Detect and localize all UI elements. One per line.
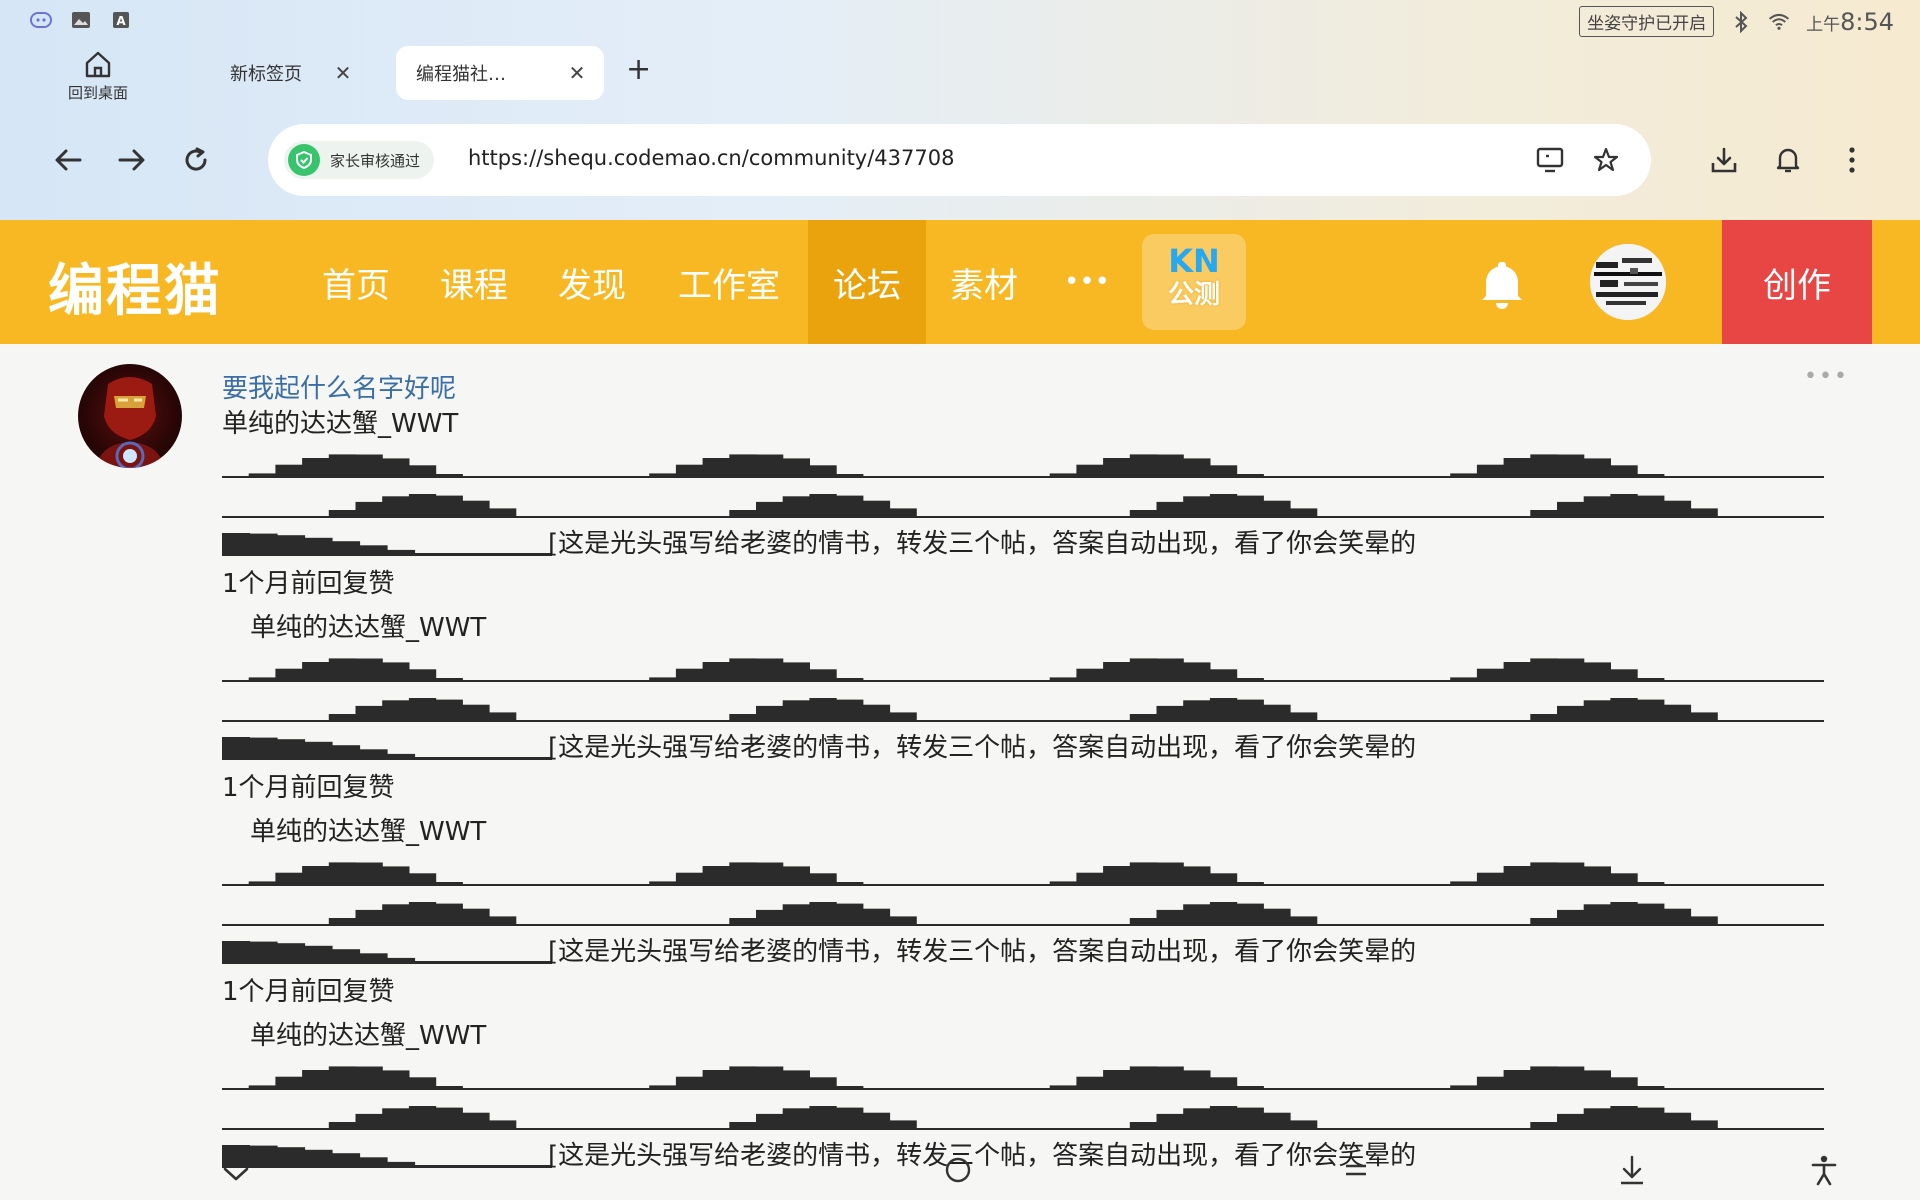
nav-home[interactable]: 首页 [306, 220, 406, 344]
more-vertical-icon [1849, 147, 1855, 173]
reply-meta[interactable]: 1个月前回复赞 [222, 768, 1822, 808]
reply-text: [这是光头强写给老婆的情书，转发三个帖，答案自动出现，看了你会笑晕的 [548, 529, 1417, 559]
site-logo[interactable]: 编程猫 [48, 246, 222, 327]
home-button[interactable]: 回到桌面 [56, 50, 140, 103]
tab-label: 编程猫社… [416, 64, 506, 85]
reply-item: 单纯的达达蟹_WWT [这是光头强写给老婆的情书，转发三个帖，答案自动出现，看了你… [222, 404, 1824, 604]
wifi-icon [1768, 12, 1790, 32]
garbled-bar-decoration [222, 1066, 1824, 1090]
reply-author-name[interactable]: 单纯的达达蟹_WWT [222, 1016, 1822, 1056]
reply-text-line: [这是光头强写给老婆的情书，转发三个帖，答案自动出现，看了你会笑晕的 [222, 524, 1822, 564]
reply-author-name[interactable]: 单纯的达达蟹_WWT [222, 812, 1822, 852]
download-button[interactable] [1704, 140, 1744, 180]
reply-text: [这是光头强写给老婆的情书，转发三个帖，答案自动出现，看了你会笑晕的 [548, 937, 1417, 967]
kn-beta-label: 公测 [1167, 280, 1220, 310]
forward-button[interactable] [112, 140, 152, 180]
download-icon [1711, 147, 1737, 173]
user-avatar[interactable] [1590, 244, 1666, 320]
kn-beta-badge[interactable]: KN 公测 [1142, 234, 1246, 330]
back-button[interactable] [48, 140, 88, 180]
reply-item: 单纯的达达蟹_WWT [这是光头强写给老婆的情书，转发三个帖，答案自动出现，看了你… [222, 608, 1824, 808]
bluetooth-icon [1730, 10, 1752, 33]
garbled-bar-decoration [222, 533, 552, 556]
status-right: 坐姿守护已开启 上午8:54 [1579, 6, 1894, 37]
post-author-name[interactable]: 要我起什么名字好呢 [222, 368, 456, 405]
post-content: 要我起什么名字好呢 ••• 单纯的达达蟹_WWT [这是光头强写给老婆的情书，转发… [0, 344, 1920, 1200]
nav-discover[interactable]: 发现 [542, 220, 642, 344]
svg-text:A: A [116, 14, 126, 28]
circle-action-icon[interactable] [938, 1150, 978, 1190]
nav-forum[interactable]: 论坛 [808, 220, 926, 344]
tab-strip: 回到桌面 新标签页 ✕ 编程猫社… ✕ + [0, 44, 1920, 104]
more-options-icon[interactable]: ••• [1804, 364, 1849, 389]
kn-label: KN [1168, 242, 1220, 280]
browser-chrome: A 坐姿守护已开启 上午8:54 回到桌面 新标签页 ✕ 编程猫社… ✕ + 家… [0, 0, 1920, 220]
create-button[interactable]: 创作 [1722, 220, 1872, 344]
close-tab-icon[interactable]: ✕ [328, 61, 358, 85]
tab-label: 新标签页 [230, 64, 302, 85]
reply-author-name[interactable]: 单纯的达达蟹_WWT [222, 404, 1822, 444]
new-tab-button[interactable]: + [626, 52, 651, 87]
scroll-to-bottom-icon[interactable] [1612, 1150, 1652, 1190]
system-status-bar: A 坐姿守护已开启 上午8:54 [0, 0, 1920, 42]
posture-guard-badge: 坐姿守护已开启 [1579, 6, 1715, 37]
nav-courses[interactable]: 课程 [424, 220, 524, 344]
bookmark-star-icon[interactable] [1588, 142, 1624, 178]
reply-text: [这是光头强写给老婆的情书，转发三个帖，答案自动出现，看了你会笑晕的 [548, 1141, 1417, 1171]
reply-item: 单纯的达达蟹_WWT [这是光头强写给老婆的情书，转发三个帖，答案自动出现，看了你… [222, 1016, 1824, 1176]
reload-button[interactable] [176, 140, 216, 180]
garbled-bar-decoration [222, 1145, 552, 1168]
status-left-icons: A [30, 10, 132, 30]
garbled-bar-decoration [222, 941, 552, 964]
garbled-bar-decoration [222, 454, 1824, 478]
home-icon [85, 51, 111, 78]
garbled-bar-decoration [222, 1106, 1824, 1130]
home-label: 回到桌面 [67, 84, 128, 102]
menu-button[interactable] [1832, 140, 1872, 180]
site-navbar: 编程猫 首页 课程 发现 工作室 论坛 素材 ••• KN 公测 创作 [0, 220, 1920, 344]
garbled-bar-decoration [222, 737, 552, 760]
back-arrow-icon [55, 149, 82, 171]
equals-action-icon[interactable] [1336, 1150, 1376, 1190]
tab-codemao[interactable]: 编程猫社… ✕ [396, 46, 604, 100]
clock: 上午8:54 [1806, 7, 1894, 36]
chevron-down-icon[interactable] [216, 1154, 256, 1194]
gallery-icon [70, 10, 92, 30]
desktop-mode-icon[interactable] [1532, 142, 1568, 178]
reply-meta[interactable]: 1个月前回复赞 [222, 564, 1822, 604]
garbled-bar-decoration [222, 494, 1824, 518]
address-bar[interactable]: 家长审核通过 https://shequ.codemao.cn/communit… [268, 124, 1651, 196]
reply-text-line: [这是光头强写给老婆的情书，转发三个帖，答案自动出现，看了你会笑晕的 [222, 1136, 1822, 1176]
reply-author-name[interactable]: 单纯的达达蟹_WWT [222, 608, 1822, 648]
assistant-icon [30, 10, 52, 30]
accessibility-icon[interactable] [1804, 1150, 1844, 1190]
garbled-bar-decoration [222, 902, 1824, 926]
author-avatar[interactable] [78, 364, 182, 468]
browser-toolbar: 家长审核通过 https://shequ.codemao.cn/communit… [0, 122, 1920, 198]
close-tab-icon[interactable]: ✕ [562, 61, 592, 85]
garbled-bar-decoration [222, 862, 1824, 886]
nav-materials[interactable]: 素材 [934, 220, 1034, 344]
shield-check-icon [288, 144, 320, 176]
reply-text-line: [这是光头强写给老婆的情书，转发三个帖，答案自动出现，看了你会笑晕的 [222, 932, 1822, 972]
nav-studio[interactable]: 工作室 [664, 220, 794, 344]
reload-icon [185, 147, 207, 171]
reply-text: [这是光头强写给老婆的情书，转发三个帖，答案自动出现，看了你会笑晕的 [548, 733, 1417, 763]
parent-verified-badge[interactable]: 家长审核通过 [284, 141, 435, 179]
garbled-bar-decoration [222, 658, 1824, 682]
verify-label: 家长审核通过 [330, 151, 421, 170]
forward-arrow-icon [118, 149, 145, 171]
keyboard-a-icon: A [110, 10, 132, 30]
tab-new-tab[interactable]: 新标签页 ✕ [210, 46, 370, 100]
bell-icon[interactable] [1478, 258, 1526, 310]
reply-item: 单纯的达达蟹_WWT [这是光头强写给老婆的情书，转发三个帖，答案自动出现，看了你… [222, 812, 1824, 1012]
url-text[interactable]: https://shequ.codemao.cn/community/43770… [468, 146, 954, 170]
garbled-bar-decoration [222, 698, 1824, 722]
bell-outline-icon [1776, 148, 1800, 173]
notifications-button[interactable] [1768, 140, 1808, 180]
reply-text-line: [这是光头强写给老婆的情书，转发三个帖，答案自动出现，看了你会笑晕的 [222, 728, 1822, 768]
nav-more[interactable]: ••• [1052, 220, 1122, 344]
reply-meta[interactable]: 1个月前回复赞 [222, 972, 1822, 1012]
